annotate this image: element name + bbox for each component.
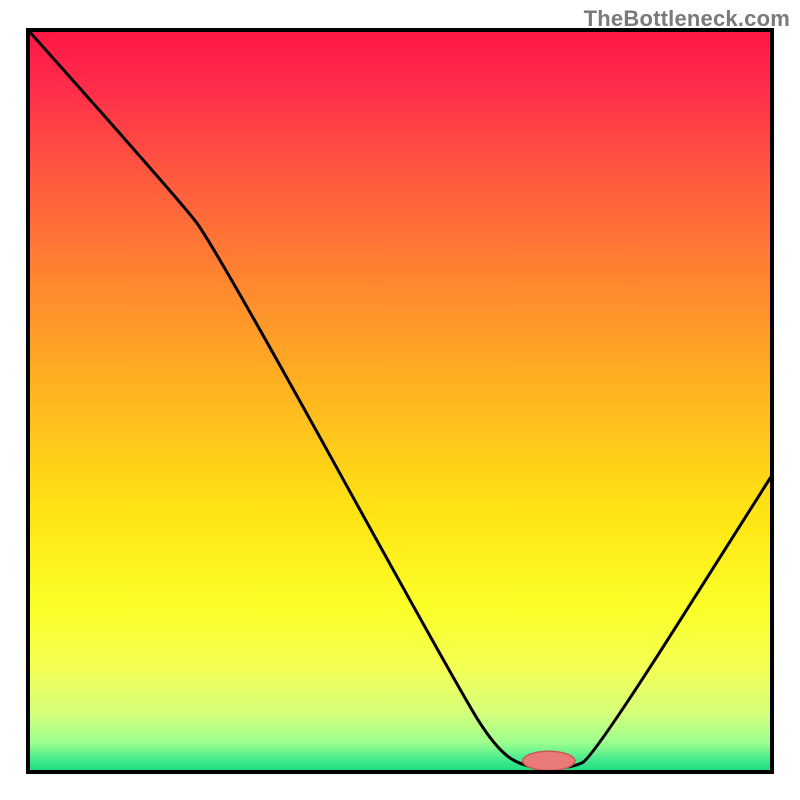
- watermark-text: TheBottleneck.com: [584, 6, 790, 32]
- optimal-marker: [523, 751, 575, 770]
- bottleneck-chart: [0, 0, 800, 800]
- chart-container: { "watermark": "TheBottleneck.com", "col…: [0, 0, 800, 800]
- gradient-background: [28, 30, 772, 772]
